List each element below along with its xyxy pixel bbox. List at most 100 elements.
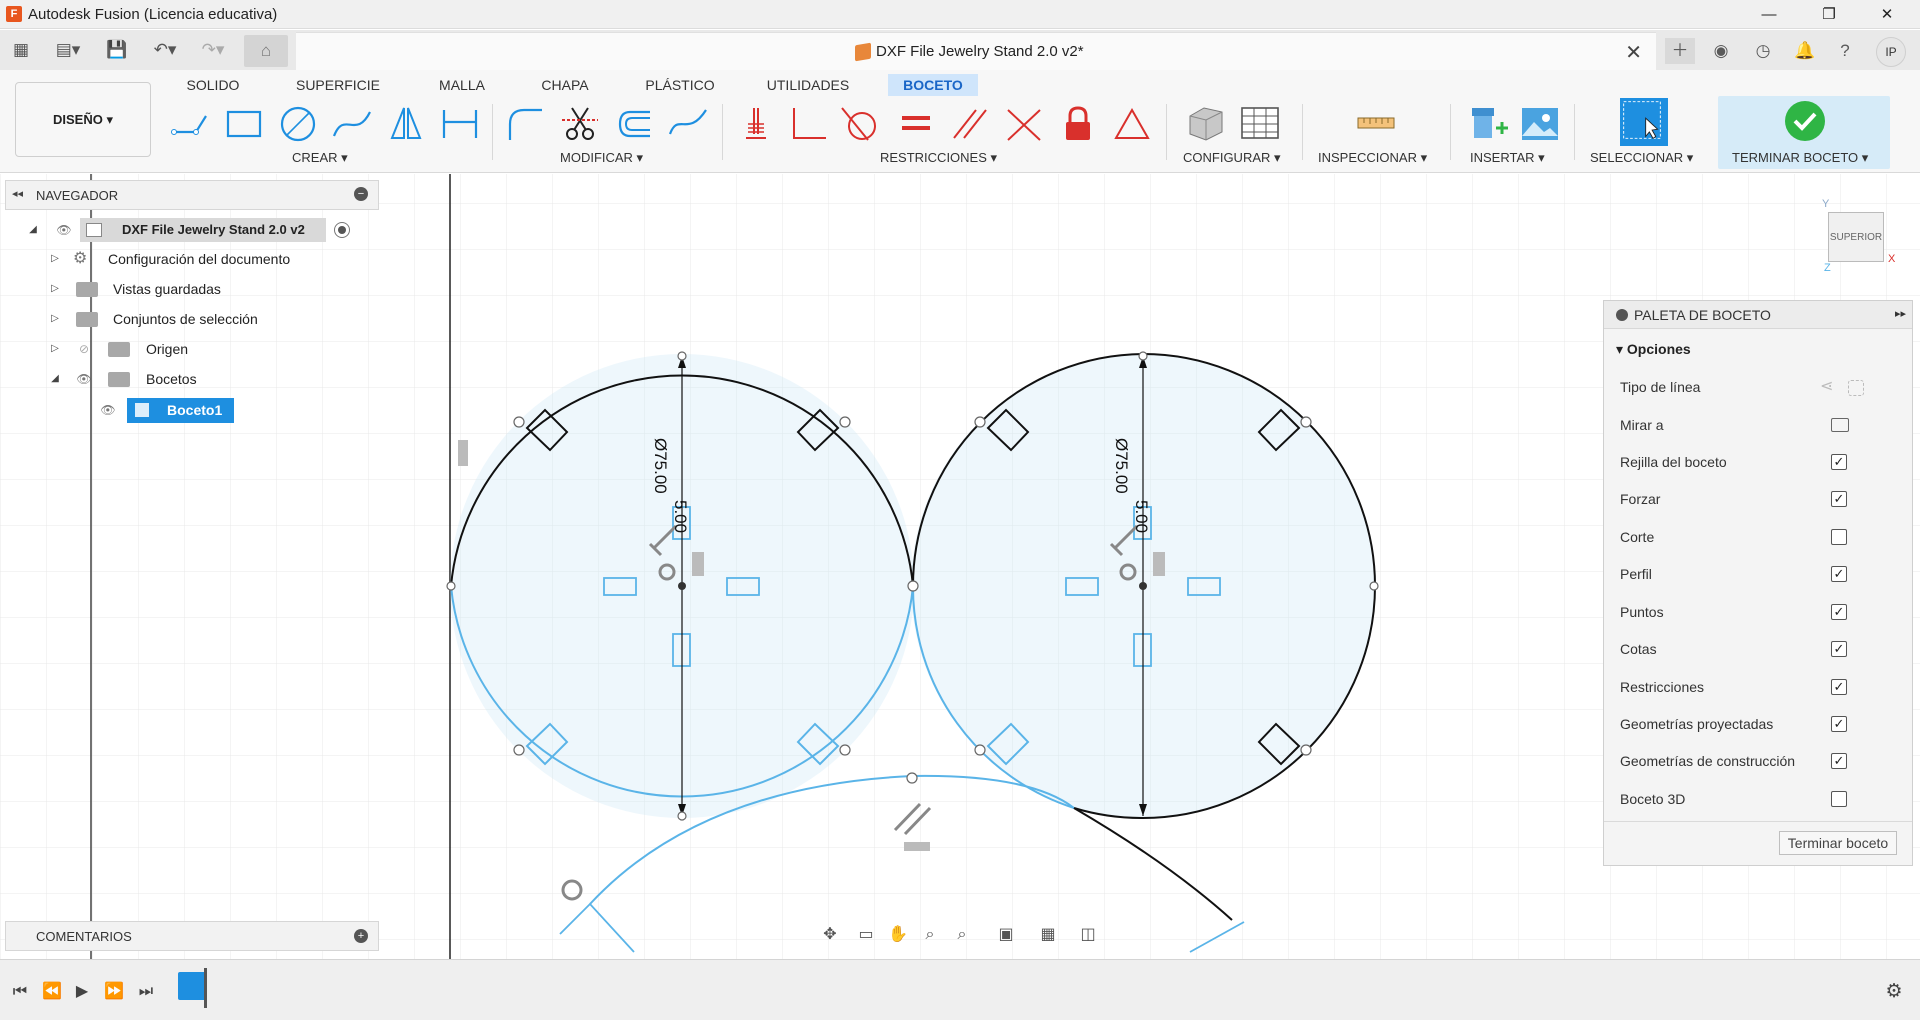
- redo-icon[interactable]: ↷▾: [194, 38, 232, 62]
- go-to-end-icon[interactable]: ⏭: [136, 982, 156, 1002]
- look-at-icon[interactable]: [1831, 418, 1849, 432]
- finish-sketch-button[interactable]: Terminar boceto: [1779, 831, 1897, 855]
- minimize-button[interactable]: —: [1746, 0, 1792, 29]
- home-icon[interactable]: ⌂: [244, 35, 288, 67]
- close-window-button[interactable]: ✕: [1864, 0, 1910, 29]
- parallel-constraint-icon[interactable]: [948, 102, 992, 146]
- step-forward-icon[interactable]: ⏩: [104, 982, 124, 1002]
- grid-settings-icon[interactable]: ▦: [1034, 924, 1062, 946]
- curve-tool-icon[interactable]: [666, 102, 710, 146]
- tab-solido[interactable]: SOLIDO: [180, 74, 246, 96]
- snap-checkbox[interactable]: ✓: [1831, 491, 1847, 507]
- width-dimension-left[interactable]: 5.00: [671, 500, 690, 533]
- construction-linetype-icon[interactable]: [1848, 380, 1864, 396]
- document-tab[interactable]: DXF File Jewelry Stand 2.0 v2* ✕: [296, 32, 1656, 70]
- viewports-icon[interactable]: ◫: [1074, 924, 1102, 946]
- browser-panel-header[interactable]: ◂◂ NAVEGADOR −: [5, 180, 379, 210]
- points-checkbox[interactable]: ✓: [1831, 604, 1847, 620]
- sketch-palette-header[interactable]: PALETA DE BOCETO ▸▸: [1604, 301, 1912, 329]
- tab-plastico[interactable]: PLÁSTICO: [640, 74, 720, 96]
- step-back-icon[interactable]: ⏪: [42, 982, 62, 1002]
- group-crear[interactable]: CREAR ▾: [292, 150, 348, 166]
- tab-utilidades[interactable]: UTILIDADES: [762, 74, 854, 96]
- trim-tool-icon[interactable]: [558, 102, 602, 146]
- timeline-settings-gear-icon[interactable]: ⚙: [1884, 982, 1904, 1002]
- viewcube[interactable]: SUPERIOR: [1828, 212, 1884, 262]
- expand-icon[interactable]: ▷: [48, 342, 62, 356]
- save-icon[interactable]: 💾: [104, 38, 130, 62]
- activate-component-icon[interactable]: [334, 222, 350, 238]
- circle-tool-icon[interactable]: [276, 102, 320, 146]
- tab-chapa[interactable]: CHAPA: [536, 74, 594, 96]
- line-tool-icon[interactable]: [168, 102, 212, 146]
- visibility-eye-icon[interactable]: 👁: [98, 403, 118, 417]
- collapse-browser-icon[interactable]: ◂◂: [12, 187, 23, 200]
- profile-checkbox[interactable]: ✓: [1831, 566, 1847, 582]
- construction-geometry-checkbox[interactable]: ✓: [1831, 753, 1847, 769]
- group-modificar[interactable]: MODIFICAR ▾: [560, 150, 643, 166]
- spline-tool-icon[interactable]: [330, 102, 374, 146]
- projected-geometry-checkbox[interactable]: ✓: [1831, 716, 1847, 732]
- group-restricciones[interactable]: RESTRICCIONES ▾: [880, 150, 997, 166]
- help-icon[interactable]: ?: [1830, 38, 1860, 64]
- group-inspeccionar[interactable]: INSPECCIONAR ▾: [1318, 150, 1427, 166]
- browser-root-row[interactable]: DXF File Jewelry Stand 2.0 v2: [80, 218, 326, 242]
- diameter-dimension-left[interactable]: Ø75.00: [651, 438, 670, 494]
- width-dimension-right[interactable]: 5.00: [1132, 500, 1151, 533]
- orbit-icon[interactable]: ✥: [816, 924, 844, 946]
- workspace-selector[interactable]: DISEÑO ▾: [15, 82, 151, 157]
- linetype-icon[interactable]: ⋖: [1820, 373, 1833, 401]
- browser-item-sketch1[interactable]: Boceto1: [127, 398, 234, 423]
- tangent-constraint-icon[interactable]: [838, 102, 882, 146]
- perpendicular-constraint-icon[interactable]: [786, 102, 830, 146]
- parameters-table-icon[interactable]: [1238, 102, 1282, 146]
- job-status-icon[interactable]: ◷: [1748, 38, 1778, 64]
- fit-icon[interactable]: ⌕: [948, 924, 976, 946]
- play-icon[interactable]: ▶: [72, 982, 92, 1002]
- sketch-grid-checkbox[interactable]: ✓: [1831, 454, 1847, 470]
- equal-constraint-icon[interactable]: [894, 102, 938, 146]
- palette-expand-icon[interactable]: ▸▸: [1895, 307, 1906, 320]
- parameters-box-icon[interactable]: [1184, 102, 1228, 146]
- add-comment-icon[interactable]: +: [354, 929, 368, 943]
- apps-grid-icon[interactable]: ▦: [8, 38, 34, 62]
- fix-constraint-icon[interactable]: [1056, 102, 1100, 146]
- notifications-icon[interactable]: 🔔: [1790, 38, 1820, 64]
- display-settings-icon[interactable]: ▣: [992, 924, 1020, 946]
- palette-minimize-icon[interactable]: [1616, 309, 1628, 321]
- coincident-constraint-icon[interactable]: [1002, 102, 1046, 146]
- user-avatar[interactable]: IP: [1876, 37, 1906, 67]
- group-insertar[interactable]: INSERTAR ▾: [1470, 150, 1545, 166]
- timeline-sketch-feature[interactable]: [178, 972, 206, 1000]
- diameter-dimension-right[interactable]: Ø75.00: [1112, 438, 1131, 494]
- palette-section-options[interactable]: ▾ Opciones: [1616, 335, 1691, 363]
- horizontal-vertical-constraint-icon[interactable]: [734, 102, 778, 146]
- collapse-icon[interactable]: ◢: [48, 372, 62, 386]
- close-tab-icon[interactable]: ✕: [1625, 40, 1642, 65]
- group-seleccionar[interactable]: SELECCIONAR ▾: [1590, 150, 1693, 166]
- symmetry-constraint-icon[interactable]: [1110, 102, 1154, 146]
- timeline-marker[interactable]: [204, 968, 207, 1008]
- expand-root-icon[interactable]: ◢: [26, 223, 40, 237]
- tab-superficie[interactable]: SUPERFICIE: [290, 74, 386, 96]
- comments-panel[interactable]: COMENTARIOS +: [5, 921, 379, 951]
- rectangle-tool-icon[interactable]: [222, 102, 266, 146]
- hidden-eye-icon[interactable]: ⊘: [74, 342, 94, 356]
- go-to-start-icon[interactable]: ⏮: [10, 982, 30, 1002]
- constraints-checkbox[interactable]: ✓: [1831, 679, 1847, 695]
- group-configurar[interactable]: CONFIGURAR ▾: [1183, 150, 1281, 166]
- expand-icon[interactable]: ▷: [48, 312, 62, 326]
- visibility-eye-icon[interactable]: 👁: [74, 372, 94, 386]
- offset-tool-icon[interactable]: [612, 102, 656, 146]
- expand-icon[interactable]: ▷: [48, 252, 62, 266]
- expand-icon[interactable]: ▷: [48, 282, 62, 296]
- dimensions-checkbox[interactable]: ✓: [1831, 641, 1847, 657]
- look-at-view-icon[interactable]: ▭: [852, 924, 880, 946]
- pan-icon[interactable]: ✋: [884, 924, 912, 946]
- measure-tool-icon[interactable]: [1354, 102, 1398, 146]
- select-tool-icon[interactable]: [1620, 98, 1668, 146]
- visibility-eye-icon[interactable]: 👁: [54, 223, 74, 237]
- extensions-icon[interactable]: ◉: [1706, 38, 1736, 64]
- file-menu-icon[interactable]: ▤▾: [48, 38, 88, 62]
- maximize-button[interactable]: ❐: [1806, 0, 1852, 29]
